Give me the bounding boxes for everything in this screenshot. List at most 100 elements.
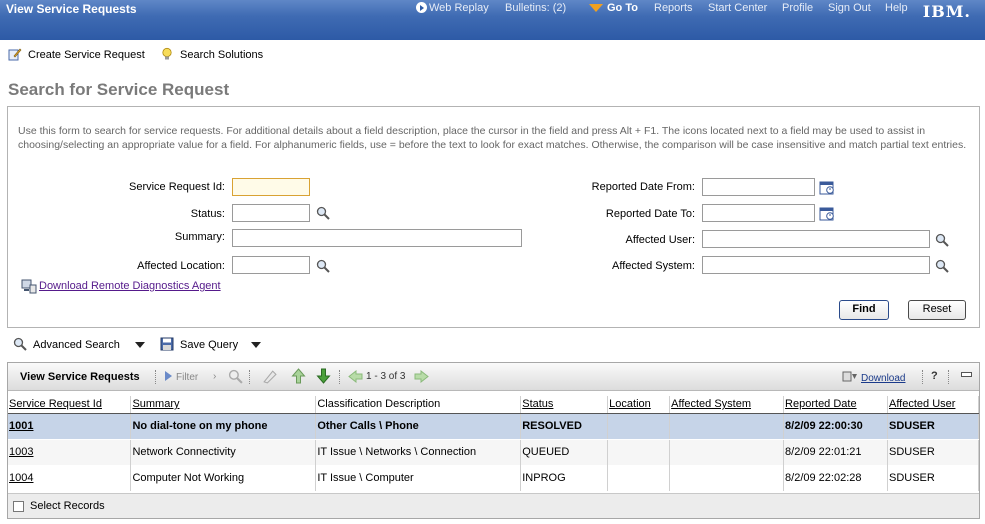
status-cell: INPROG: [520, 465, 609, 491]
summary-input[interactable]: [232, 229, 522, 247]
minimize-icon[interactable]: [961, 372, 972, 377]
create-service-request-action[interactable]: Create Service Request: [8, 47, 145, 61]
download-link[interactable]: Download: [861, 373, 905, 384]
sign-out-link[interactable]: Sign Out: [828, 2, 871, 16]
classification-cell: IT Issue \ Computer: [315, 465, 522, 491]
save-query-button[interactable]: Save Query: [160, 337, 238, 351]
status-cell: QUEUED: [520, 439, 609, 465]
table-row[interactable]: 1004 Computer Not Working IT Issue \ Com…: [8, 465, 980, 491]
play-icon: [416, 2, 427, 13]
toolbar-separator: [249, 370, 250, 384]
sr-id-label: Service Request Id:: [129, 181, 225, 193]
save-query-dropdown[interactable]: [251, 342, 261, 348]
sr-id-cell[interactable]: 1004: [8, 465, 132, 491]
table-footer: Select Records: [8, 493, 979, 518]
select-records-label[interactable]: Select Records: [30, 500, 105, 512]
col-header-location[interactable]: Location: [607, 396, 671, 414]
results-table-section: View Service Requests Filter › 1 - 3 of …: [7, 362, 980, 519]
lightbulb-icon: [162, 47, 172, 60]
reported-date-cell: 8/2/09 22:02:28: [783, 465, 888, 491]
filter-arrow-icon: [165, 371, 172, 381]
next-page-icon[interactable]: [414, 370, 429, 383]
col-header-sr-id[interactable]: Service Request Id: [8, 396, 132, 414]
status-input[interactable]: [232, 204, 310, 222]
reported-from-input[interactable]: [702, 178, 815, 196]
location-cell: [607, 413, 671, 440]
col-header-affected-user[interactable]: Affected User: [887, 396, 980, 414]
system-lookup-icon[interactable]: [935, 259, 949, 273]
advanced-search-dropdown[interactable]: [135, 342, 145, 348]
bulletins-link[interactable]: Bulletins: (2): [505, 2, 566, 16]
affected-location-input[interactable]: [232, 256, 310, 274]
table-row[interactable]: 1001 No dial-tone on my phone Other Call…: [8, 413, 980, 440]
sr-id-cell[interactable]: 1003: [8, 439, 132, 465]
affected-user-label: Affected User:: [625, 234, 696, 246]
app-title: View Service Requests: [6, 2, 137, 16]
toolbar-separator: [948, 370, 949, 384]
up-arrow-icon[interactable]: [291, 368, 306, 384]
col-header-affected-system[interactable]: Affected System: [669, 396, 785, 414]
header-bar: View Service Requests Web Replay Bulleti…: [0, 0, 985, 40]
go-to-arrow-icon: [589, 4, 603, 12]
summary-cell: Network Connectivity: [130, 439, 317, 465]
down-arrow-icon[interactable]: [316, 368, 331, 384]
reported-from-label: Reported Date From:: [591, 181, 695, 193]
calendar-from-icon[interactable]: [819, 180, 835, 195]
classification-cell: IT Issue \ Networks \ Connection: [315, 439, 522, 465]
affected-system-input[interactable]: [702, 256, 930, 274]
results-table: Service Request Id Summary Classificatio…: [8, 396, 980, 491]
pagination-text: 1 - 3 of 3: [366, 371, 406, 382]
affected-user-input[interactable]: [702, 230, 930, 248]
filter-more-icon[interactable]: ›: [213, 371, 216, 382]
reported-to-label: Reported Date To:: [605, 208, 695, 220]
col-header-status[interactable]: Status: [520, 396, 609, 414]
toolbar-separator: [922, 370, 923, 384]
user-lookup-icon[interactable]: [935, 233, 949, 247]
select-records-checkbox[interactable]: [13, 501, 24, 512]
advanced-search-button[interactable]: Advanced Search: [13, 337, 120, 351]
help-icon[interactable]: ?: [931, 370, 938, 382]
affected-user-cell: SDUSER: [887, 439, 980, 465]
help-link[interactable]: Help: [885, 2, 908, 16]
search-solutions-action[interactable]: Search Solutions: [160, 47, 263, 61]
previous-page-icon[interactable]: [348, 370, 363, 383]
calendar-to-icon[interactable]: [819, 206, 835, 221]
col-header-classification[interactable]: Classification Description: [315, 396, 522, 414]
location-lookup-icon[interactable]: [316, 259, 330, 273]
table-title: View Service Requests: [20, 371, 140, 383]
sr-id-cell[interactable]: 1001: [8, 413, 132, 440]
download-diagnostics-link[interactable]: Download Remote Diagnostics Agent: [39, 280, 221, 292]
table-toolbar: View Service Requests Filter › 1 - 3 of …: [8, 363, 979, 391]
find-button[interactable]: Find: [839, 300, 889, 320]
go-to-menu[interactable]: Go To: [589, 2, 638, 16]
summary-cell: Computer Not Working: [130, 465, 317, 491]
ibm-logo: IBM.: [922, 2, 971, 21]
toolbar-separator: [339, 370, 340, 384]
status-cell: RESOLVED: [520, 413, 609, 440]
affected-system-cell: [669, 465, 785, 491]
reset-button[interactable]: Reset: [908, 300, 966, 320]
location-cell: [607, 465, 671, 491]
reports-link[interactable]: Reports: [654, 2, 693, 16]
profile-link[interactable]: Profile: [782, 2, 813, 16]
clear-filter-icon[interactable]: [262, 369, 277, 384]
download-icon[interactable]: [842, 370, 858, 383]
table-header-row: Service Request Id Summary Classificatio…: [8, 396, 980, 414]
affected-user-cell: SDUSER: [887, 413, 980, 440]
classification-cell: Other Calls \ Phone: [315, 413, 522, 440]
col-header-summary[interactable]: Summary: [130, 396, 317, 414]
filter-button[interactable]: Filter: [165, 371, 198, 383]
start-center-link[interactable]: Start Center: [708, 2, 767, 16]
find-record-icon[interactable]: [228, 369, 243, 384]
table-row[interactable]: 1003 Network Connectivity IT Issue \ Net…: [8, 439, 980, 465]
status-lookup-icon[interactable]: [316, 206, 330, 220]
reported-to-input[interactable]: [702, 204, 815, 222]
summary-label: Summary:: [174, 231, 225, 243]
form-help-text: Use this form to search for service requ…: [18, 125, 967, 151]
query-bar: Advanced Search Save Query: [13, 335, 413, 353]
web-replay-link[interactable]: Web Replay: [416, 2, 489, 16]
diagnostics-agent-icon: [21, 279, 37, 294]
sr-id-input[interactable]: [232, 178, 310, 196]
col-header-reported-date[interactable]: Reported Date: [783, 396, 888, 414]
reported-date-cell: 8/2/09 22:01:21: [783, 439, 888, 465]
